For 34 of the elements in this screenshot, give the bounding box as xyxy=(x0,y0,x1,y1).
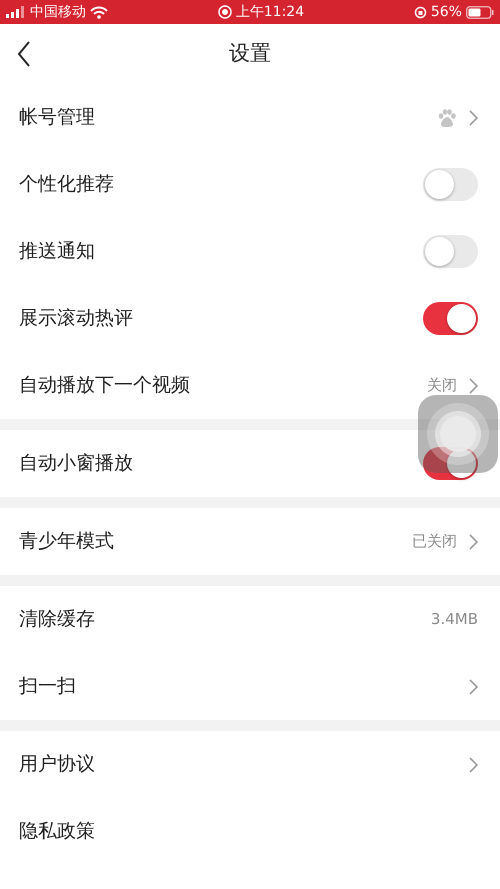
setting-label[interactable]: 推送通知 xyxy=(19,237,95,266)
chevron-right-icon xyxy=(469,678,478,694)
setting-label[interactable]: 隐私政策 xyxy=(19,817,95,846)
chevron-right-icon xyxy=(469,534,478,550)
page-title: 设置 xyxy=(229,40,271,68)
chevron-right-icon xyxy=(469,110,478,126)
setting-value: 已关闭 xyxy=(412,531,457,552)
paw-icon xyxy=(437,108,457,126)
setting-label[interactable]: 扫一扫 xyxy=(19,672,76,701)
toggle-switch[interactable] xyxy=(423,447,478,480)
toggle-switch[interactable] xyxy=(423,168,478,201)
setting-label[interactable]: 用户协议 xyxy=(19,750,95,779)
battery-percent: 56% xyxy=(430,2,462,22)
setting-label[interactable]: 展示滚动热评 xyxy=(19,304,133,333)
carrier-name: 中国移动 xyxy=(30,2,86,22)
assistive-touch-button[interactable] xyxy=(418,395,498,473)
signal-icon xyxy=(6,6,26,18)
clock: 上午11:24 xyxy=(236,2,304,22)
chevron-right-icon xyxy=(469,378,478,394)
battery-icon xyxy=(466,6,494,18)
chevron-right-icon xyxy=(469,756,478,772)
setting-label[interactable]: 个性化推荐 xyxy=(19,170,114,199)
toggle-switch[interactable] xyxy=(423,302,478,335)
recording-icon xyxy=(218,5,232,19)
setting-value: 3.4MB xyxy=(430,609,478,630)
toggle-switch[interactable] xyxy=(423,235,478,268)
setting-label[interactable]: 自动播放下一个视频 xyxy=(19,371,190,400)
setting-label[interactable]: 自动小窗播放 xyxy=(19,449,133,478)
wifi-icon xyxy=(90,6,108,18)
setting-value: 关闭 xyxy=(427,375,457,396)
rotation-lock-icon xyxy=(414,6,427,18)
setting-label[interactable]: 帐号管理 xyxy=(19,103,95,132)
setting-label[interactable]: 清除缓存 xyxy=(19,605,95,634)
setting-label[interactable]: 青少年模式 xyxy=(19,527,114,556)
